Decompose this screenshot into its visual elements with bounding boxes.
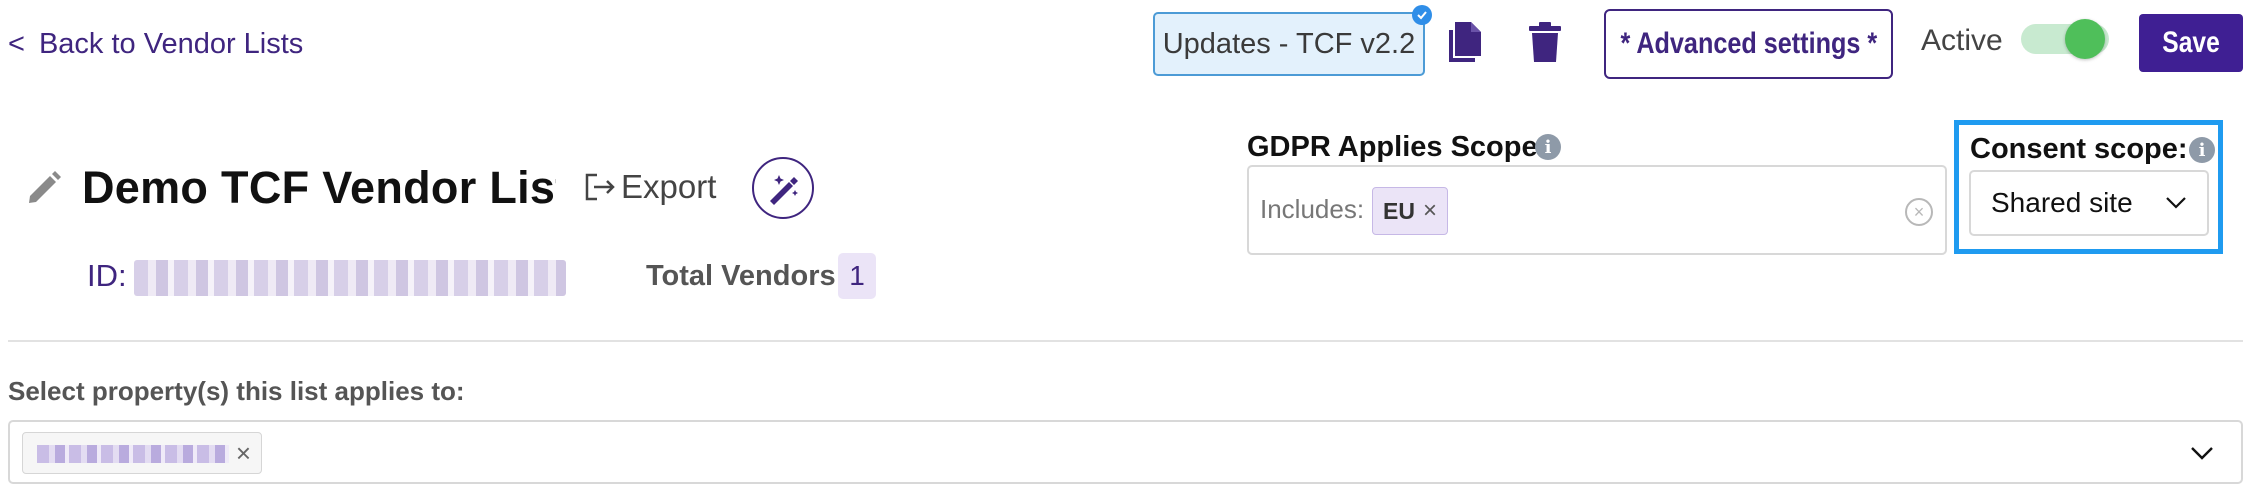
consent-scope-value: Shared site [1991, 187, 2133, 218]
divider [8, 340, 2243, 342]
page-title[interactable]: Demo TCF Vendor List [82, 155, 556, 221]
id-value-redacted [134, 260, 566, 296]
total-vendors-count: 1 [838, 253, 876, 299]
title-container: Demo TCF Vendor List [82, 155, 556, 221]
advanced-settings-button[interactable]: * Advanced settings * [1604, 9, 1893, 79]
copy-icon[interactable] [1447, 20, 1483, 64]
chevron-down-icon [2166, 197, 2186, 209]
total-vendors-label: Total Vendors [646, 260, 836, 292]
consent-scope-section: Consent scope: i Shared site [1954, 120, 2223, 254]
info-icon[interactable]: i [2189, 137, 2215, 163]
gdpr-scope-label: GDPR Applies Scope: [1247, 131, 1548, 163]
remove-chip-icon[interactable]: × [236, 438, 251, 469]
active-toggle[interactable] [2021, 19, 2109, 59]
updates-label: Updates - TCF v2.2 [1162, 27, 1416, 60]
magic-wand-icon [770, 175, 798, 205]
region-chip-eu[interactable]: EU × [1372, 187, 1448, 235]
chevron-down-icon[interactable] [2189, 440, 2215, 466]
gdpr-scope-input[interactable]: Includes: EU × × [1247, 165, 1947, 255]
remove-chip-icon[interactable]: × [1423, 197, 1437, 225]
clear-circle-icon[interactable]: × [1905, 198, 1933, 226]
chip-label: EU [1383, 197, 1415, 224]
pencil-edit-icon[interactable] [26, 168, 64, 206]
property-chip-redacted [37, 445, 229, 463]
advanced-settings-label: * Advanced settings * [1620, 27, 1877, 60]
check-badge-icon [1412, 5, 1432, 25]
toggle-knob [2065, 19, 2105, 59]
property-multiselect[interactable]: × [8, 420, 2243, 484]
magic-wand-button[interactable] [752, 157, 814, 219]
export-label: Export [621, 168, 717, 205]
includes-label: Includes: [1260, 194, 1365, 224]
consent-scope-label: Consent scope: [1970, 133, 2188, 165]
export-button[interactable]: Export [585, 165, 716, 209]
save-label: Save [2162, 26, 2220, 59]
property-chip[interactable]: × [22, 432, 262, 474]
back-to-vendor-lists-link[interactable]: < Back to Vendor Lists [8, 22, 303, 66]
id-label: ID: [87, 258, 127, 293]
back-link-label: Back to Vendor Lists [38, 27, 304, 60]
active-label: Active [1921, 24, 2003, 57]
export-icon [585, 173, 615, 201]
save-button[interactable]: Save [2139, 14, 2243, 72]
property-select-label: Select property(s) this list applies to: [8, 376, 465, 406]
consent-scope-select[interactable]: Shared site [1969, 170, 2209, 236]
info-icon[interactable]: i [1535, 134, 1561, 160]
trash-icon[interactable] [1527, 20, 1563, 64]
chevron-left-icon: < [8, 27, 25, 60]
updates-tcf-button[interactable]: Updates - TCF v2.2 [1153, 5, 1432, 76]
